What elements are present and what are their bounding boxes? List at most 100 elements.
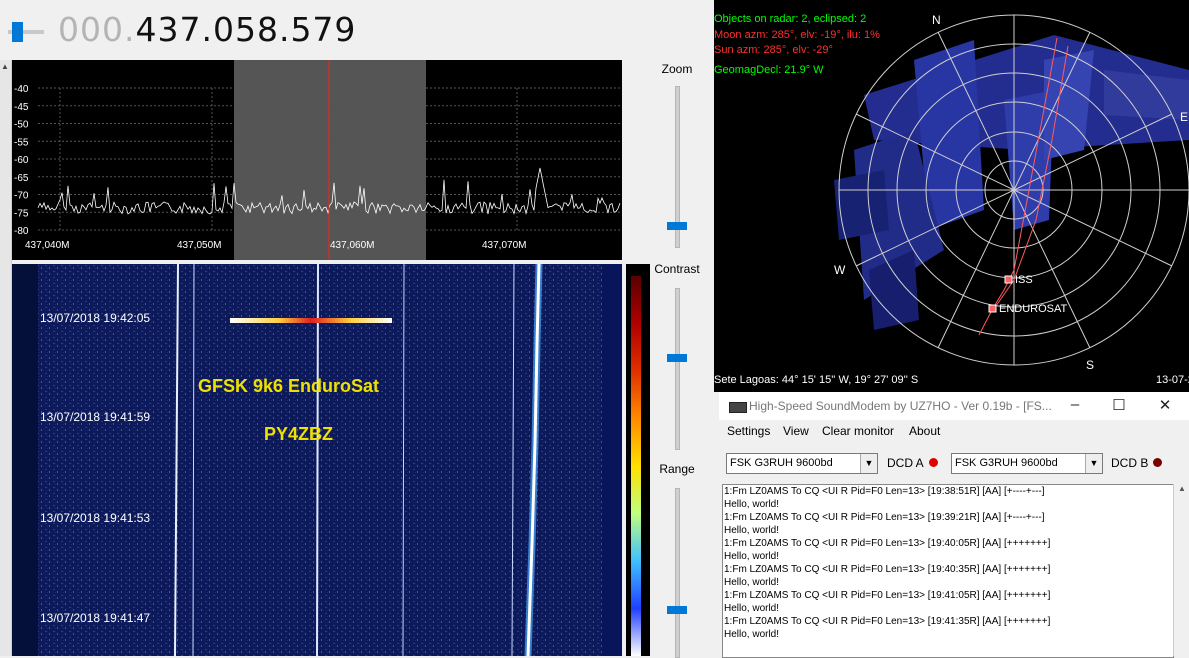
spectrum-x-tick: 437,040M — [25, 240, 69, 251]
maximize-icon[interactable]: ☐ — [1109, 396, 1129, 414]
radar-svg — [834, 14, 1189, 366]
spectrum-y-tick: -60 — [14, 155, 29, 166]
spectrum-svg: -40 -45 -50 -55 -60 -65 -70 -75 -80 437,040M 437,… — [14, 60, 621, 260]
monitor-output[interactable]: 1:Fm LZ0AMS To CQ <UI R Pid=F0 Len=13> [… — [722, 484, 1174, 658]
monitor-line: Hello, world! — [724, 629, 780, 640]
satellite-radar[interactable]: Objects on radar: 2, eclipsed: 2 Moon az… — [714, 0, 1189, 392]
contrast-slider-thumb[interactable] — [667, 354, 687, 362]
compass-east: E — [1180, 110, 1189, 124]
waterfall-timestamp: 13/07/2018 19:42:05 — [40, 311, 150, 325]
monitor-line: 1:Fm LZ0AMS To CQ <UI R Pid=F0 Len=13> [… — [724, 616, 1051, 627]
monitor-scrollbar[interactable]: ▲ — [1173, 484, 1189, 656]
contrast-label: Contrast — [654, 262, 700, 276]
spectrum-y-tick: -80 — [14, 226, 29, 237]
iss-label: ISS — [1015, 274, 1033, 286]
minimize-icon[interactable]: – — [1065, 396, 1085, 413]
spectrum-y-tick: -70 — [14, 191, 29, 202]
fsk-burst — [230, 318, 392, 323]
dcd-a-label: DCD A — [887, 456, 924, 470]
contrast-slider[interactable] — [665, 288, 689, 450]
iss-marker[interactable] — [1004, 275, 1013, 284]
frequency-digits: 437.058.579 — [135, 10, 357, 49]
spectrum-y-tick: -65 — [14, 173, 29, 184]
spectrum-display[interactable]: -40 -45 -50 -55 -60 -65 -70 -75 -80 437,040M 437,… — [12, 60, 622, 260]
soundmodem-title: High-Speed SoundModem by UZ7HO - Ver 0.1… — [749, 399, 1052, 413]
frequency-leading-digits: 000. — [58, 10, 136, 49]
radar-location-text: Sete Lagoas: 44° 15' 15'' W, 19° 27' 09'… — [714, 374, 919, 386]
menu-settings[interactable]: Settings — [727, 424, 770, 438]
sdr-panel: 000.437.058.579 ▲ -40 -45 -50 -55 -60 -65 -70-… — [0, 0, 714, 658]
modem-a-select[interactable]: FSK G3RUH 9600bd ▼ — [726, 453, 878, 474]
spectrum-x-tick: 437,070M — [482, 240, 526, 251]
range-slider-track[interactable] — [675, 488, 680, 658]
range-slider[interactable] — [665, 488, 689, 658]
frequency-slider[interactable] — [6, 20, 46, 44]
dcd-a-led — [929, 458, 938, 467]
scroll-up-icon[interactable]: ▲ — [1174, 484, 1189, 493]
color-bar — [631, 276, 641, 656]
range-label: Range — [659, 462, 695, 476]
dcd-b-led — [1153, 458, 1162, 467]
zoom-slider-thumb[interactable] — [667, 222, 687, 230]
endurosat-marker[interactable] — [988, 304, 997, 313]
soundmodem-titlebar[interactable]: High-Speed SoundModem by UZ7HO - Ver 0.1… — [719, 392, 1189, 420]
spectrum-y-tick: -40 — [14, 84, 29, 95]
spectrum-x-tick: 437,050M — [177, 240, 221, 251]
chevron-down-icon[interactable]: ▼ — [1085, 454, 1102, 473]
frequency-readout[interactable]: 000.437.058.579 — [58, 10, 356, 49]
modem-b-select[interactable]: FSK G3RUH 9600bd ▼ — [951, 453, 1103, 474]
menu-clear-monitor[interactable]: Clear monitor — [822, 424, 894, 438]
iss-model — [834, 35, 1189, 330]
spectrum-y-tick: -45 — [14, 102, 29, 113]
close-icon[interactable]: ✕ — [1155, 396, 1175, 414]
waterfall-annotation-mode: GFSK 9k6 EnduroSat — [198, 376, 379, 396]
scroll-up-icon[interactable]: ▲ — [1, 62, 9, 71]
soundmodem-menubar: Settings View Clear monitor About — [719, 420, 1189, 442]
compass-west: W — [834, 263, 846, 277]
menu-about[interactable]: About — [909, 424, 940, 438]
monitor-line: 1:Fm LZ0AMS To CQ <UI R Pid=F0 Len=13> [… — [724, 564, 1051, 575]
spectrum-y-axis: -40 -45 -50 -55 -60 -65 -70 -75 -80 — [14, 84, 29, 237]
spectrum-x-tick: 437,060M — [330, 240, 374, 251]
range-slider-thumb[interactable] — [667, 606, 687, 614]
dcd-b-label: DCD B — [1111, 456, 1149, 470]
radar-geomag-text: GeomagDecl: 21.9° W — [714, 64, 824, 76]
radar-objects-text: Objects on radar: 2, eclipsed: 2 — [714, 13, 867, 25]
soundmodem-app-icon — [729, 402, 747, 413]
radar-moon-text: Moon azm: 285°, elv: -19°, ilu: 1% — [714, 29, 880, 41]
monitor-line: 1:Fm LZ0AMS To CQ <UI R Pid=F0 Len=13> [… — [724, 512, 1045, 523]
monitor-line: 1:Fm LZ0AMS To CQ <UI R Pid=F0 Len=13> [… — [724, 590, 1051, 601]
waterfall-svg: 13/07/2018 19:42:05 13/07/2018 19:41:59 … — [12, 264, 622, 656]
zoom-label: Zoom — [661, 62, 693, 76]
waterfall-right-edge — [602, 264, 622, 656]
compass-south: S — [1086, 358, 1095, 372]
radar-sun-text: Sun azm: 285°, elv: -29° — [714, 44, 833, 56]
contrast-slider-track[interactable] — [675, 288, 680, 450]
spectrum-y-tick: -75 — [14, 208, 29, 219]
waterfall-display[interactable]: 13/07/2018 19:42:05 13/07/2018 19:41:59 … — [12, 264, 622, 656]
chevron-down-icon[interactable]: ▼ — [860, 454, 877, 473]
monitor-line: 1:Fm LZ0AMS To CQ <UI R Pid=F0 Len=13> [… — [724, 538, 1051, 549]
endurosat-label: ENDUROSAT — [999, 303, 1068, 315]
spectrum-y-tick: -55 — [14, 137, 29, 148]
modem-a-value: FSK G3RUH 9600bd — [730, 457, 833, 469]
waterfall-timestamp: 13/07/2018 19:41:47 — [40, 611, 150, 625]
monitor-line: 1:Fm LZ0AMS To CQ <UI R Pid=F0 Len=13> [… — [724, 486, 1045, 497]
compass-north: N — [932, 13, 941, 27]
soundmodem-window: High-Speed SoundModem by UZ7HO - Ver 0.1… — [719, 392, 1189, 658]
monitor-line: Hello, world! — [724, 603, 780, 614]
monitor-line: Hello, world! — [724, 551, 780, 562]
monitor-line: Hello, world! — [724, 499, 780, 510]
radar-date-text: 13-07-2 — [1156, 374, 1189, 386]
menu-view[interactable]: View — [783, 424, 809, 438]
spectrum-y-tick: -50 — [14, 120, 29, 131]
monitor-line: Hello, world! — [724, 577, 780, 588]
left-scroll-strip[interactable] — [0, 60, 12, 656]
frequency-slider-thumb[interactable] — [12, 22, 23, 42]
modem-b-value: FSK G3RUH 9600bd — [955, 457, 1058, 469]
waterfall-timestamp: 13/07/2018 19:41:59 — [40, 410, 150, 424]
waterfall-annotation-call: PY4ZBZ — [264, 424, 333, 444]
zoom-slider[interactable] — [665, 86, 689, 248]
monitor-line: Hello, world! — [724, 525, 780, 536]
waterfall-left-edge — [12, 264, 38, 656]
